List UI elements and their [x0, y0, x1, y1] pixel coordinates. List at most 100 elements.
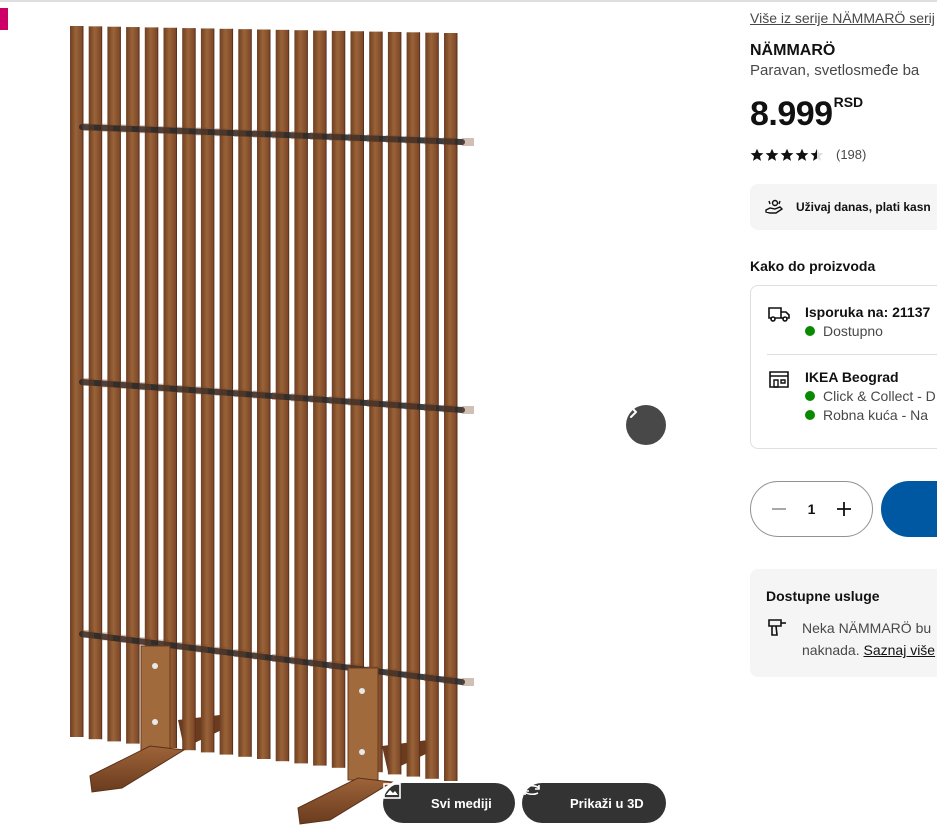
- screen-slat-joint: [272, 654, 284, 662]
- screen-slat-joint: [462, 678, 474, 686]
- store-stock-text: Robna kuća - Na: [823, 407, 929, 423]
- available-dot: [805, 391, 815, 401]
- screen-slat-joint: [120, 380, 132, 389]
- availability-divider: [767, 354, 937, 355]
- all-media-button[interactable]: Svi mediji: [383, 783, 515, 823]
- screen-slat-joint: [177, 642, 189, 650]
- payment-hand-icon: [765, 199, 784, 214]
- view-3d-label: Prikaži u 3D: [570, 795, 644, 811]
- drill-icon: [768, 619, 786, 636]
- star-icon: [750, 148, 764, 161]
- price-amount: 8.999: [750, 95, 833, 133]
- click-collect-status: Click & Collect - D: [805, 388, 936, 404]
- screen-slat-joint: [386, 668, 398, 677]
- screen-slat-joint: [443, 675, 455, 684]
- screen-slat-joint: [196, 386, 208, 395]
- star-icon: [765, 148, 779, 161]
- screen-slat-joint: [291, 131, 303, 140]
- services-line-2-prefix: naknada.: [802, 642, 864, 658]
- screen-slat-joint: [348, 397, 360, 406]
- financing-text: Uživaj danas, plati kasn: [796, 200, 931, 214]
- screen-slat-joint: [405, 670, 417, 679]
- screen-slat-joint: [329, 396, 341, 405]
- delivery-row[interactable]: Isporuka na: 21137 Dostupno: [767, 304, 930, 339]
- decrease-quantity-button[interactable]: [769, 499, 789, 519]
- screen-slat-joint: [215, 646, 227, 655]
- screen-slat-joint: [158, 126, 170, 134]
- store-row[interactable]: IKEA Beograd Click & Collect - D Robna k…: [767, 369, 936, 423]
- screen-foot-right: [297, 777, 394, 825]
- product-description: Paravan, svetlosmeđe ba: [750, 62, 920, 79]
- services-text: Neka NÄMMARÖ bu naknada. Saznaj više: [802, 617, 935, 661]
- product-rating[interactable]: (198): [750, 147, 866, 162]
- star-icon: [780, 148, 794, 161]
- screen-slat-joint: [196, 644, 208, 653]
- screen-slat-joint: [253, 129, 265, 138]
- screen-slat-joint: [253, 390, 265, 399]
- screen-slat-joint: [329, 132, 341, 141]
- screen-slat-joint: [101, 123, 113, 132]
- gallery-next-button[interactable]: [626, 405, 666, 445]
- financing-banner[interactable]: Uživaj danas, plati kasn: [750, 184, 937, 230]
- screen-bracket-bolt: [152, 663, 158, 669]
- quantity-value[interactable]: 1: [808, 501, 816, 517]
- product-name: NÄMMARÖ: [750, 42, 836, 59]
- rating-stars: [750, 148, 824, 162]
- image-gallery-icon: [383, 783, 421, 813]
- screen-slat-joint: [462, 138, 474, 146]
- screen-slat-joint: [101, 632, 113, 641]
- screen-bracket-right: [347, 667, 379, 781]
- screen-bracket-bolt: [359, 688, 365, 694]
- screen-slat-joint: [386, 135, 398, 143]
- view-3d-button[interactable]: Prikaži u 3D: [522, 783, 666, 823]
- screen-slat-joint: [424, 673, 436, 682]
- store-stock-status: Robna kuća - Na: [805, 407, 936, 423]
- services-line-1: Neka NÄMMARÖ bu: [802, 620, 932, 636]
- screen-slat-joint: [272, 392, 284, 400]
- product-info-panel: Više iz serije NÄMMARÖ serij NÄMMARÖ Par…: [750, 0, 937, 833]
- product-image-gallery[interactable]: Svi mediji Prikaži u 3D: [0, 2, 690, 833]
- delivery-status-text: Dostupno: [823, 323, 883, 339]
- learn-more-link[interactable]: Saznaj više: [864, 642, 936, 658]
- screen-slat-joint: [443, 404, 455, 413]
- screen-slat-joint: [158, 383, 170, 392]
- increase-quantity-button[interactable]: [834, 499, 854, 519]
- available-services: Dostupne usluge Neka NÄMMARÖ bu naknada.…: [750, 569, 937, 677]
- all-media-label: Svi mediji: [431, 795, 492, 811]
- screen-slat-joint: [139, 637, 151, 646]
- screen-slat-joint: [101, 379, 113, 388]
- screen-slat-joint: [405, 135, 417, 144]
- screen-slat-joint: [215, 128, 227, 137]
- quantity-stepper: 1: [750, 481, 873, 537]
- screen-slat-joint: [424, 136, 436, 145]
- screen-slat-joint: [120, 124, 132, 133]
- add-to-cart-button[interactable]: [881, 481, 937, 537]
- screen-slat-joint: [234, 649, 246, 658]
- screen-slat-joint: [82, 630, 94, 638]
- screen-slat-joint: [82, 123, 94, 131]
- click-collect-text: Click & Collect - D: [823, 388, 936, 404]
- screen-slat-joint: [424, 403, 436, 412]
- truck-icon: [768, 307, 790, 322]
- screen-slat-joint: [253, 651, 265, 660]
- series-link[interactable]: Više iz serije NÄMMARÖ serij: [750, 10, 935, 26]
- available-dot: [805, 326, 815, 336]
- screen-slat-joint: [139, 125, 151, 134]
- screen-slat-joint: [234, 389, 246, 398]
- screen-slat-joint: [367, 399, 379, 407]
- screen-slat-joint: [177, 126, 189, 135]
- services-line-2: naknada. Saznaj više: [802, 639, 935, 661]
- plus-icon: [836, 502, 851, 516]
- available-dot: [805, 410, 815, 420]
- screen-slat-joint: [310, 658, 322, 667]
- store-icon: [769, 371, 789, 388]
- availability-title: Kako do proizvoda: [750, 258, 876, 274]
- screen-bracket-left: [140, 645, 171, 751]
- screen-slat-joint: [367, 134, 379, 143]
- screen-slat-joint: [386, 400, 398, 409]
- screen-slat-joint: [139, 382, 151, 391]
- screen-slat-joint: [462, 406, 474, 414]
- screen-slat-joint: [272, 130, 284, 139]
- delivery-heading: Isporuka na: 21137: [805, 304, 931, 320]
- star-icon: [810, 148, 824, 161]
